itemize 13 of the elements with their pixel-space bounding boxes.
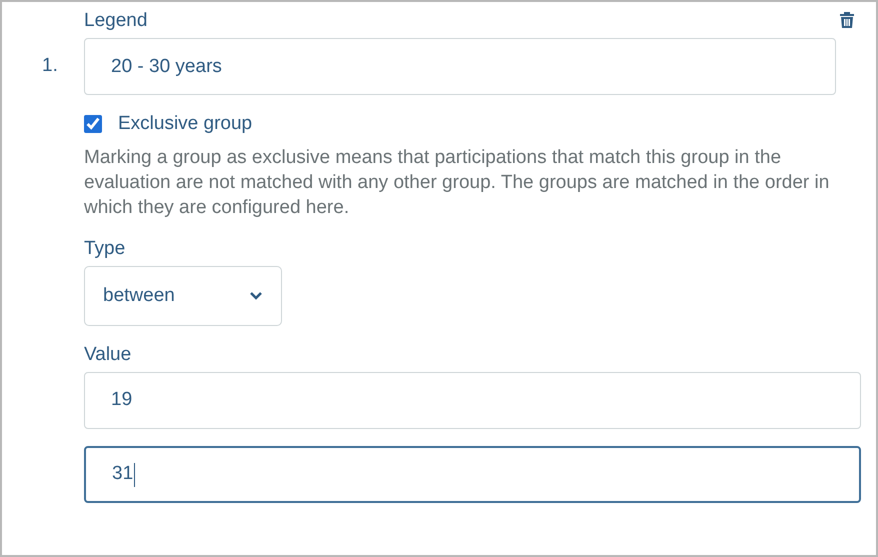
item-number: 1. bbox=[41, 54, 59, 78]
checkbox-label: Exclusive group bbox=[118, 112, 252, 136]
trash-icon[interactable] bbox=[840, 12, 854, 28]
exclusive-checkbox[interactable] bbox=[84, 115, 102, 133]
field-label: Type bbox=[84, 237, 126, 261]
field-label: Legend bbox=[84, 9, 148, 33]
value-input[interactable]: 19 bbox=[84, 372, 861, 429]
chevron-icon bbox=[249, 291, 263, 301]
help-text: Marking a group as exclusive means that participations that match this group in the evaluation are not matched with any other group. The groups are matched in the order in which they are configured here. bbox=[84, 146, 830, 220]
legend-input[interactable]: 20 - 30 years bbox=[84, 38, 836, 95]
type-select[interactable]: between bbox=[84, 266, 282, 326]
value-input[interactable]: 31 bbox=[84, 446, 861, 503]
field-label: Value bbox=[84, 343, 132, 367]
